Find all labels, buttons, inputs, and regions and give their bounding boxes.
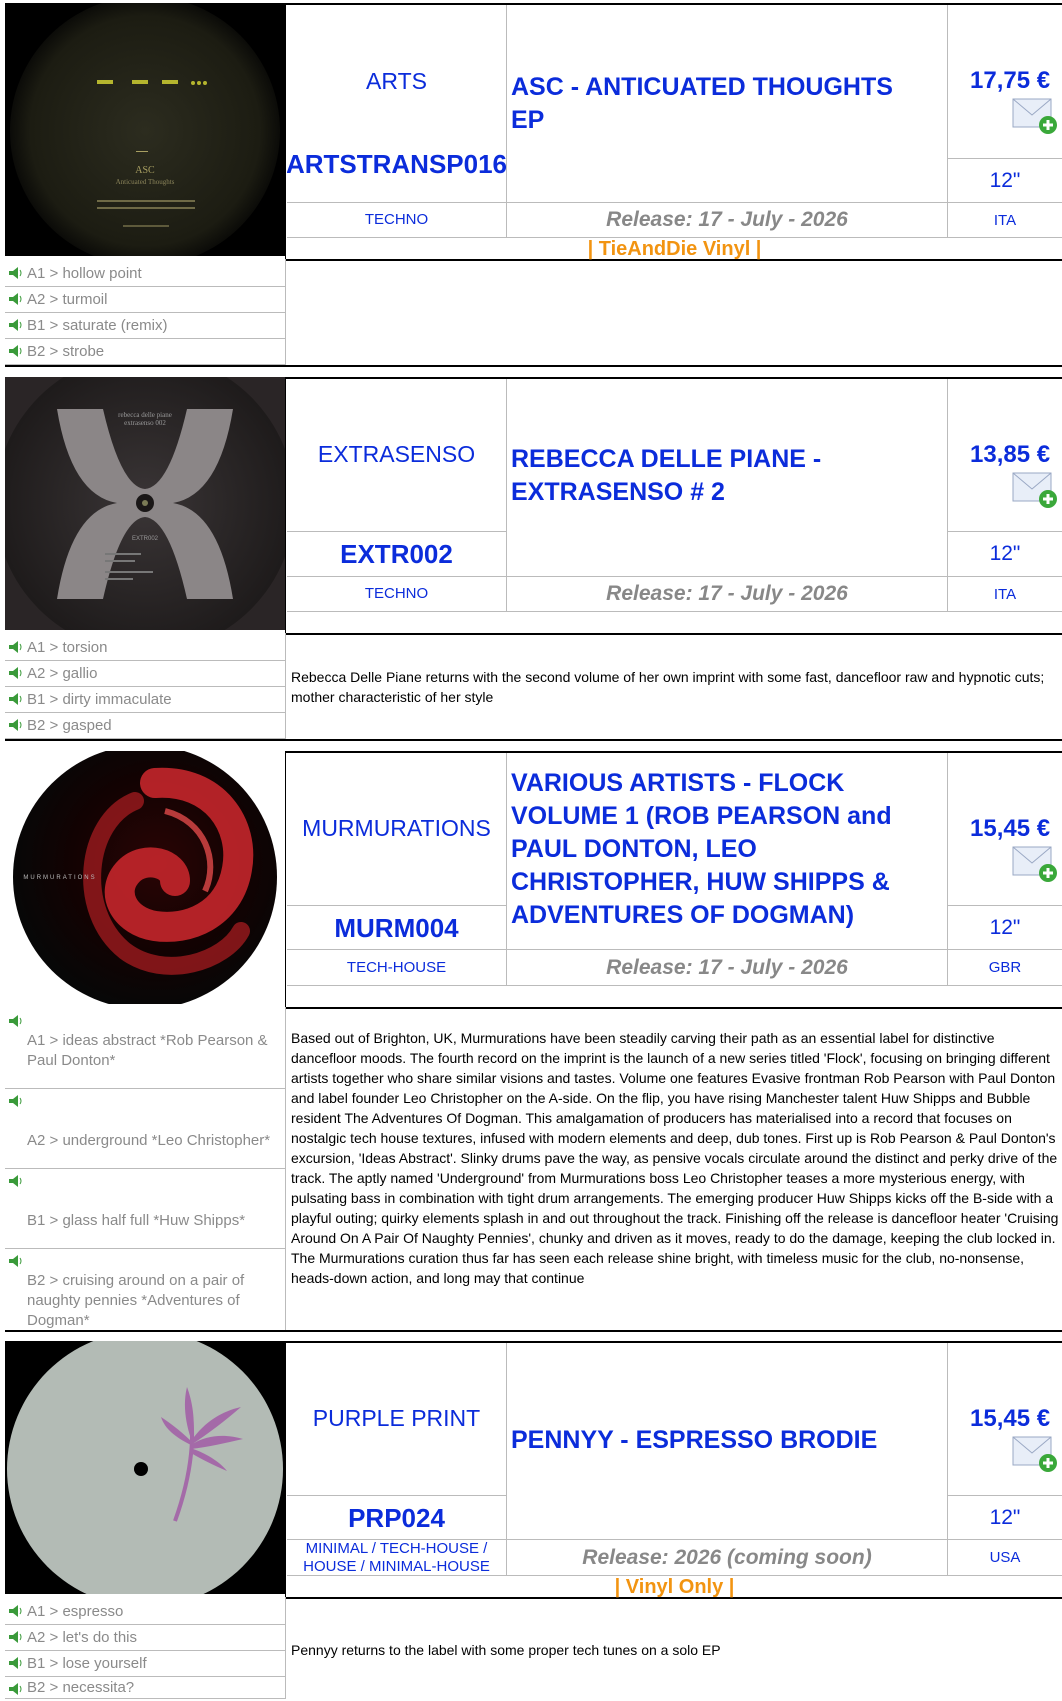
speaker-icon[interactable] (9, 1603, 23, 1617)
genre-link[interactable]: MINIMAL / TECH-HOUSE / HOUSE / MINIMAL-H… (295, 1540, 498, 1575)
release-description: Based out of Brighton, UK, Murmurations … (291, 1030, 1059, 1286)
release-tag: | Vinyl Only | (614, 1576, 735, 1598)
speaker-icon[interactable] (9, 343, 23, 357)
label-link[interactable]: ARTS (287, 65, 506, 97)
release-date: Release: 17 - July - 2026 (606, 955, 848, 979)
release-description: Pennyy returns to the label with some pr… (291, 1642, 721, 1658)
genre-link[interactable]: TECHNO (287, 203, 506, 237)
track-item[interactable]: A1 > espresso (5, 1599, 286, 1625)
speaker-icon[interactable] (9, 1173, 23, 1187)
release-title[interactable]: ASC - ANTICUATED THOUGHTS EP (507, 68, 927, 140)
release-date: Release: 17 - July - 2026 (606, 208, 848, 231)
track-item[interactable]: A2 > let's do this (5, 1625, 286, 1651)
country: ITA (993, 585, 1017, 603)
catalog-number[interactable]: ARTSTRANSP016 (287, 150, 506, 202)
email-add-icon[interactable] (1012, 844, 1058, 884)
release-date: Release: 17 - July - 2026 (606, 582, 848, 605)
track-item[interactable]: B1 > dirty immaculate (5, 687, 286, 713)
speaker-icon[interactable] (9, 1629, 23, 1643)
speaker-icon[interactable] (9, 317, 23, 331)
release-description: Rebecca Delle Piane returns with the sec… (291, 669, 1045, 705)
speaker-icon[interactable] (9, 291, 23, 305)
country: GBR (988, 959, 1022, 976)
speaker-icon[interactable] (9, 1013, 23, 1027)
svg-text:rebecca delle piane: rebecca delle piane (118, 411, 172, 419)
speaker-icon[interactable] (9, 717, 23, 731)
label-link[interactable]: MURMURATIONS (287, 812, 506, 844)
track-item[interactable]: B2 > necessita? (5, 1677, 286, 1699)
track-item[interactable]: B2 > gasped (5, 713, 286, 739)
speaker-icon[interactable] (9, 1655, 23, 1669)
speaker-icon[interactable] (9, 1253, 23, 1267)
svg-text:Anticuated Thoughts: Anticuated Thoughts (116, 178, 175, 186)
release-tag: | TieAndDie Vinyl | (587, 238, 762, 260)
price: 13,85 € (970, 441, 1051, 468)
svg-text:ASC: ASC (135, 165, 155, 176)
cover-art[interactable]: ASC Anticuated Thoughts (5, 3, 286, 256)
price: 17,75 € (970, 67, 1051, 94)
format: 12" (989, 542, 1021, 565)
genre-link[interactable]: TECHNO (287, 577, 506, 611)
catalog-number[interactable]: MURM004 (287, 906, 506, 949)
track-item[interactable]: B1 > glass half full *Huw Shipps* (5, 1169, 286, 1249)
track-item[interactable]: A2 > turmoil (5, 287, 286, 313)
release-title[interactable]: PENNYY - ESPRESSO BRODIE (507, 1420, 927, 1460)
track-item[interactable]: B2 > cruising around on a pair of naught… (5, 1249, 286, 1331)
speaker-icon[interactable] (9, 265, 23, 279)
track-item[interactable]: B2 > strobe (5, 339, 286, 365)
track-item[interactable]: A2 > gallio (5, 661, 286, 687)
track-item[interactable]: A2 > underground *Leo Christopher* (5, 1089, 286, 1169)
catalog-number[interactable]: PRP024 (287, 1496, 506, 1539)
catalog-number[interactable]: EXTR002 (287, 532, 506, 576)
track-item[interactable]: B1 > lose yourself (5, 1651, 286, 1677)
track-item[interactable]: B1 > saturate (remix) (5, 313, 286, 339)
svg-text:MURMURATIONS: MURMURATIONS (23, 875, 96, 881)
label-link[interactable]: PURPLE PRINT (287, 1402, 506, 1434)
genre-link[interactable]: TECH-HOUSE (287, 950, 506, 985)
price: 15,45 € (970, 815, 1051, 842)
release-title[interactable]: REBECCA DELLE PIANE - EXTRASENSO # 2 (507, 440, 927, 512)
track-item[interactable]: A1 > hollow point (5, 261, 286, 287)
cover-art[interactable]: MURMURATIONS (5, 751, 286, 1004)
speaker-icon[interactable] (9, 639, 23, 653)
price: 15,45 € (970, 1405, 1051, 1432)
track-item[interactable]: A1 > torsion (5, 635, 286, 661)
speaker-icon[interactable] (9, 665, 23, 679)
svg-text:extrasenso 002: extrasenso 002 (124, 419, 166, 427)
country: ITA (993, 211, 1017, 229)
email-add-icon[interactable] (1012, 470, 1058, 510)
release-title[interactable]: VARIOUS ARTISTS - FLOCK VOLUME 1 (ROB PE… (507, 764, 927, 934)
format: 12" (989, 1505, 1021, 1529)
format: 12" (989, 168, 1021, 192)
cover-art[interactable]: rebecca delle piane extrasenso 002 EXTR0… (5, 377, 286, 630)
speaker-icon[interactable] (9, 1681, 23, 1695)
email-add-icon[interactable] (1012, 96, 1058, 136)
speaker-icon[interactable] (9, 1093, 23, 1107)
format: 12" (989, 915, 1021, 939)
svg-text:EXTR002: EXTR002 (132, 536, 159, 542)
label-link[interactable]: EXTRASENSO (287, 438, 506, 470)
speaker-icon[interactable] (9, 691, 23, 705)
release-date: Release: 2026 (coming soon) (582, 1545, 872, 1569)
track-item[interactable]: A1 > ideas abstract *Rob Pearson & Paul … (5, 1009, 286, 1089)
country: USA (989, 1549, 1021, 1566)
email-add-icon[interactable] (1012, 1434, 1058, 1474)
cover-art[interactable] (5, 1341, 286, 1594)
